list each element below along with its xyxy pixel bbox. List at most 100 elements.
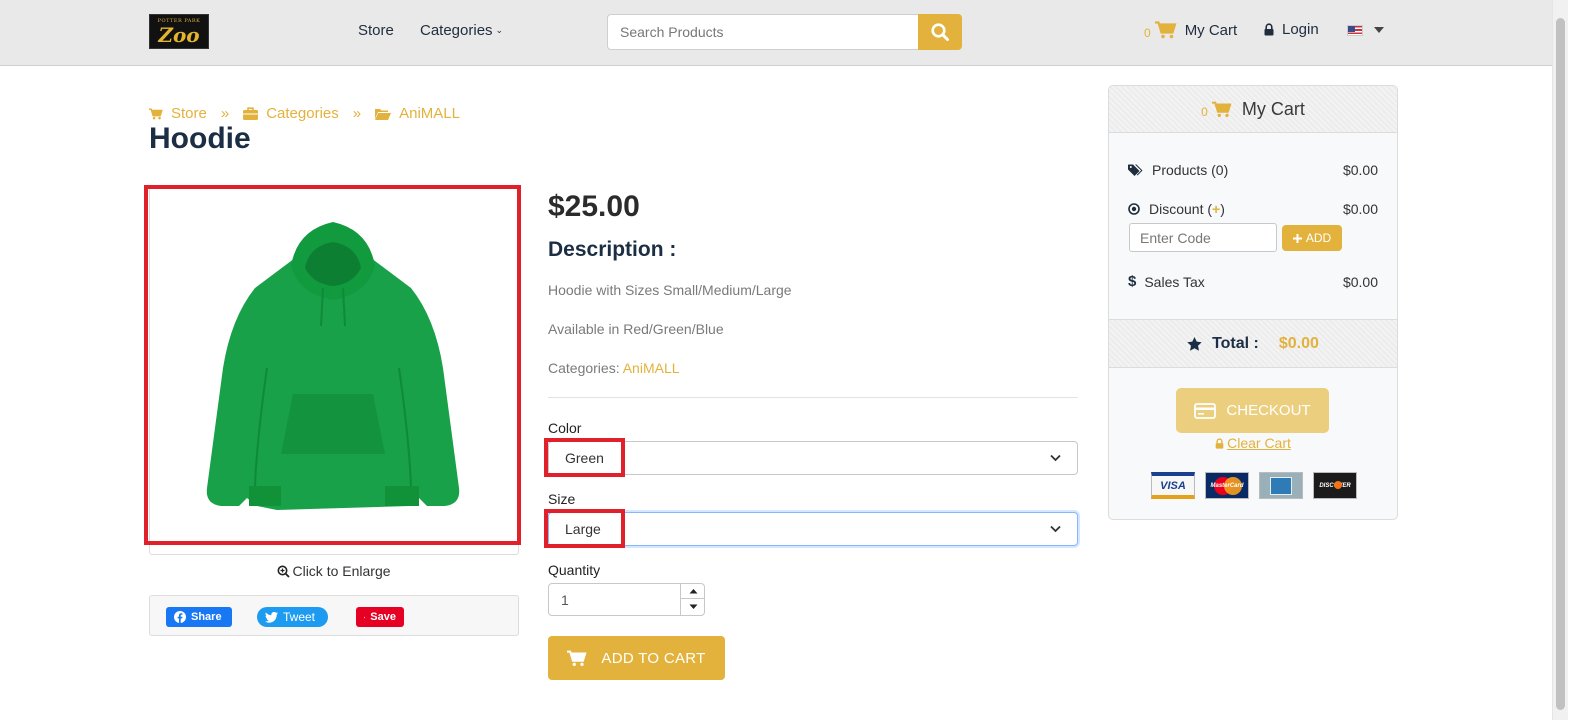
page-scrollbar[interactable] xyxy=(1552,0,1568,720)
facebook-share-label: Share xyxy=(191,611,222,623)
breadcrumb-store[interactable]: Store xyxy=(149,105,207,122)
checkout-button[interactable]: CHECKOUT xyxy=(1176,388,1329,433)
nav-categories-dropdown[interactable]: Categories ⌄ xyxy=(420,22,503,39)
search-button[interactable] xyxy=(918,14,962,50)
product-price: $25.00 xyxy=(548,190,640,223)
pinterest-icon xyxy=(364,616,366,618)
size-highlight-box xyxy=(544,509,625,548)
scrollbar-thumb[interactable] xyxy=(1556,18,1565,710)
size-select[interactable]: Large xyxy=(548,512,1078,546)
category-link[interactable]: AniMALL xyxy=(623,360,680,376)
size-label: Size xyxy=(548,491,576,507)
login-link[interactable]: Login xyxy=(1264,21,1319,38)
cart-icon xyxy=(1154,21,1177,39)
discover-icon: DISCOVER xyxy=(1313,472,1357,499)
categories-label: Categories: xyxy=(548,360,620,376)
add-to-cart-button[interactable]: ADD TO CART xyxy=(548,636,725,680)
discount-code-input[interactable] xyxy=(1129,223,1277,252)
cart-discount-row: Discount (+) $0.00 xyxy=(1128,201,1378,217)
breadcrumb-store-label: Store xyxy=(171,105,207,122)
nav-store-link[interactable]: Store xyxy=(358,22,394,39)
breadcrumb-separator-icon: » xyxy=(220,105,230,122)
nav-categories-label: Categories xyxy=(420,22,493,39)
visa-icon: VISA xyxy=(1151,472,1195,499)
cart-tax-row: $ Sales Tax $0.00 xyxy=(1128,273,1378,290)
quantity-increment-button[interactable] xyxy=(681,584,705,599)
lock-icon xyxy=(1264,23,1274,36)
cart-tax-label: Sales Tax xyxy=(1144,273,1205,290)
header-cart-link[interactable]: 0 My Cart xyxy=(1144,20,1237,40)
cart-discount-close: ) xyxy=(1220,201,1225,217)
cart-panel-count: 0 xyxy=(1201,105,1208,119)
color-select[interactable]: Green xyxy=(548,441,1078,475)
cart-icon xyxy=(1211,101,1232,117)
breadcrumb-categories[interactable]: Categories xyxy=(243,105,339,122)
header-cart-count: 0 xyxy=(1144,26,1151,40)
cart-total-label: Total : xyxy=(1212,334,1259,352)
clear-cart-link[interactable]: Clear Cart xyxy=(1109,435,1397,451)
dollar-icon: $ xyxy=(1128,273,1137,290)
quantity-value: 1 xyxy=(561,592,569,608)
product-categories: Categories: AniMALL xyxy=(548,360,680,376)
cart-summary-panel: 0 My Cart Products (0) $0.00 Discount (+… xyxy=(1108,85,1398,520)
cart-total-amount: $0.00 xyxy=(1278,334,1319,352)
twitter-tweet-button[interactable]: Tweet xyxy=(257,607,328,627)
click-to-enlarge-label: Click to Enlarge xyxy=(292,563,391,579)
quantity-label: Quantity xyxy=(548,562,601,578)
cart-tax-amount: $0.00 xyxy=(1342,273,1378,290)
chevron-down-icon xyxy=(1050,454,1061,462)
pinterest-save-button[interactable]: Save xyxy=(356,607,404,627)
quantity-decrement-button[interactable] xyxy=(681,599,705,614)
dot-circle-icon xyxy=(1128,203,1140,215)
zoo-logo[interactable]: POTTER PARK Zoo xyxy=(149,14,209,49)
mastercard-label: MasterCard xyxy=(1210,482,1244,489)
page-title: Hoodie xyxy=(149,122,251,155)
discount-add-label: ADD xyxy=(1305,231,1332,245)
pinterest-save-label: Save xyxy=(370,611,396,623)
amex-icon xyxy=(1259,472,1303,499)
cart-products-amount: $0.00 xyxy=(1342,162,1378,178)
cart-discount-label: Discount ( xyxy=(1149,201,1213,217)
description-line: Hoodie with Sizes Small/Medium/Large xyxy=(548,282,792,298)
image-highlight-box xyxy=(144,185,521,545)
cart-panel-header: 0 My Cart xyxy=(1109,86,1397,133)
breadcrumb-categories-label: Categories xyxy=(266,105,339,122)
discount-add-button[interactable]: ADD xyxy=(1282,225,1342,251)
cart-icon xyxy=(149,107,163,119)
cart-total-row: Total : $0.00 xyxy=(1109,319,1397,368)
description-line: Available in Red/Green/Blue xyxy=(548,321,724,337)
cart-panel-title: My Cart xyxy=(1241,98,1305,119)
tags-icon xyxy=(1128,164,1143,176)
cart-icon xyxy=(567,650,587,666)
language-caret-icon[interactable] xyxy=(1374,27,1384,33)
twitter-tweet-label: Tweet xyxy=(283,610,316,624)
breadcrumb-current[interactable]: AniMALL xyxy=(375,105,460,122)
quantity-stepper[interactable]: 1 xyxy=(548,583,705,616)
description-heading: Description : xyxy=(548,238,677,261)
color-highlight-box xyxy=(544,438,625,477)
briefcase-icon xyxy=(243,107,259,120)
facebook-icon xyxy=(174,611,186,623)
color-label: Color xyxy=(548,420,582,436)
chevron-down-icon xyxy=(1050,525,1061,533)
cart-products-row: Products (0) $0.00 xyxy=(1128,162,1378,178)
logo-main-text: Zoo xyxy=(158,23,200,47)
plus-icon xyxy=(1292,233,1302,243)
search-icon xyxy=(931,23,949,41)
us-flag-icon[interactable] xyxy=(1347,25,1363,36)
zoom-in-icon xyxy=(277,565,291,578)
star-icon xyxy=(1187,336,1202,351)
discount-plus-icon[interactable]: + xyxy=(1212,201,1220,217)
click-to-enlarge-link[interactable]: Click to Enlarge xyxy=(149,563,519,579)
social-share-bar: Share Tweet Save xyxy=(149,595,519,636)
breadcrumb-current-label: AniMALL xyxy=(399,105,460,122)
twitter-icon xyxy=(265,611,278,623)
search-input[interactable] xyxy=(607,14,919,50)
details-divider xyxy=(548,397,1078,398)
lock-icon xyxy=(1215,437,1224,449)
folder-open-icon xyxy=(375,108,392,120)
clear-cart-label: Clear Cart xyxy=(1227,435,1291,451)
facebook-share-button[interactable]: Share xyxy=(166,607,232,627)
cart-products-label: Products (0) xyxy=(1152,162,1229,178)
quantity-spinner xyxy=(680,584,705,615)
